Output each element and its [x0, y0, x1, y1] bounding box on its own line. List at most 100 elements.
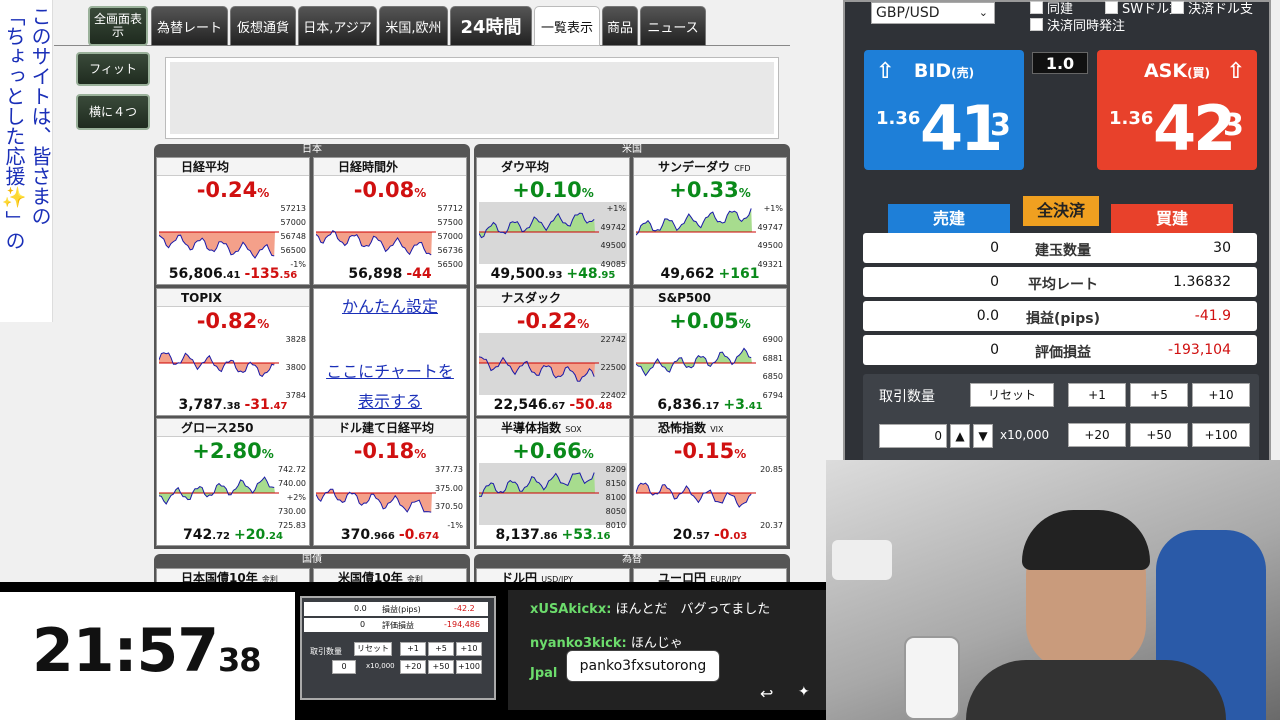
card-price: 56,898 -44 — [348, 266, 432, 282]
mini-pl-row: 0.0 損益(pips) -42.2 — [304, 602, 488, 616]
card-title: サンデーダウ CFD — [634, 158, 786, 176]
y-axis-label: +2% — [286, 493, 306, 502]
ad-box[interactable] — [165, 57, 779, 139]
bid-fraction: 3 — [990, 108, 1011, 143]
y-axis-label: 3828 — [285, 335, 306, 344]
tab-crypto[interactable]: 仮想通貨 — [230, 6, 296, 46]
reset-button[interactable]: リセット — [970, 383, 1054, 407]
plus5-button[interactable]: +5 — [1130, 383, 1188, 407]
plus1-button[interactable]: +1 — [1068, 383, 1126, 407]
y-axis-label: 8050 — [605, 507, 626, 516]
ask-fraction: 3 — [1223, 108, 1244, 143]
clock-hm: 21:57 — [32, 616, 219, 686]
eval-pl-row: 0 評価損益 -193,104 — [863, 335, 1257, 365]
y-axis-label: 49742 — [600, 222, 626, 232]
card-title: 日経時間外 — [314, 158, 466, 176]
username-tooltip: panko3fxsutorong — [566, 650, 720, 682]
mini-plus50-button[interactable]: +50 — [428, 660, 454, 674]
spread-display: 1.0 — [1032, 52, 1088, 74]
pl-pips-row: 0.0 損益(pips) -41.9 — [863, 301, 1257, 331]
tab-list-view[interactable]: 一覧表示 — [534, 6, 600, 46]
tab-24h[interactable]: 24時間 — [450, 6, 532, 46]
mini-plus1-button[interactable]: +1 — [400, 642, 426, 656]
y-axis-label: 56736 — [437, 246, 463, 255]
decrement-icon[interactable]: ▼ — [973, 424, 993, 448]
position-qty-row: 0 建玉数量 30 — [863, 233, 1257, 263]
card-percent: -0.82% — [196, 309, 270, 333]
market-card[interactable]: サンデーダウ CFD +0.33% +1% 49747 49500 49321 49,662… — [633, 157, 787, 285]
y-axis-label: 49747 — [757, 222, 783, 232]
bonds-section-title: 国債 — [302, 554, 322, 565]
plus100-button[interactable]: +100 — [1192, 423, 1250, 447]
y-axis-label: 49500 — [757, 241, 783, 251]
mini-plus5-button[interactable]: +5 — [428, 642, 454, 656]
market-card[interactable]: 日経平均 -0.24% 57213 57000 56748 56500 -1% 56,806.… — [156, 157, 310, 285]
tab-us-europe[interactable]: 米国,欧州 — [379, 6, 448, 46]
y-axis-label: 57000 — [437, 232, 463, 241]
market-card[interactable]: 日経時間外 -0.08% 57712 57500 57000 56736 56500 56,8… — [313, 157, 467, 285]
card-percent: -0.18% — [353, 439, 427, 463]
sell-position-tab[interactable]: 売建 — [888, 204, 1010, 234]
side-banner[interactable]: このサイトは、皆さまの 「ちょっとした応援✨」の — [0, 0, 53, 322]
card-title: グロース250 — [157, 419, 309, 437]
reply-icon[interactable]: ↩ — [760, 684, 773, 703]
mini-plus20-button[interactable]: +20 — [400, 660, 426, 674]
plus10-button[interactable]: +10 — [1192, 383, 1250, 407]
chat-message: Jpal — [530, 666, 558, 681]
quantity-input[interactable]: 0 — [879, 424, 947, 448]
quantity-label: 取引数量 — [879, 389, 935, 405]
fullscreen-button[interactable]: 全画面表示 — [88, 6, 148, 46]
mini-plus10-button[interactable]: +10 — [456, 642, 482, 656]
currency-pair-select[interactable]: GBP/USD ⌄ — [871, 2, 995, 24]
market-card[interactable]: TOPIX -0.82% 3828 3800 3784 3,787.38 -31.47 — [156, 288, 310, 416]
checkbox-simultaneous[interactable]: 決済同時発注 — [1030, 15, 1125, 34]
market-card[interactable]: 恐怖指数 VIX -0.15% 20.85 20.37 20.57 -0.03 — [633, 418, 787, 546]
y-axis-label: 377.73 — [435, 465, 463, 474]
plus20-button[interactable]: +20 — [1068, 423, 1126, 447]
buy-position-tab[interactable]: 買建 — [1111, 204, 1233, 234]
card-percent: -0.08% — [353, 178, 427, 202]
tab-fx-rate[interactable]: 為替レート — [151, 6, 228, 46]
y-axis-label: 22500 — [600, 363, 626, 372]
close-all-button[interactable]: 全決済 — [1023, 196, 1099, 226]
market-card[interactable]: 半導体指数 SOX +0.66% 8209 8150 8100 8050 8010 8,137… — [476, 418, 630, 546]
show-chart-link[interactable]: ここにチャートを表示する — [324, 357, 456, 415]
chevron-down-icon: ⌄ — [978, 6, 988, 19]
tab-news[interactable]: ニュース — [640, 6, 706, 46]
card-price: 8,137.86 +53.16 — [495, 527, 611, 543]
mini-chart — [479, 202, 627, 264]
y-axis-label: 57000 — [280, 218, 306, 227]
y-axis-label: 56748 — [280, 232, 306, 241]
clock-seconds: 38 — [218, 641, 262, 679]
bid-button[interactable]: ⇧ BID(売) 1.36 41 3 — [864, 50, 1024, 170]
checkbox-settle[interactable]: 決済ドル支 — [1171, 0, 1253, 17]
tab-commodities[interactable]: 商品 — [602, 6, 638, 46]
tab-japan-asia[interactable]: 日本,アジア — [298, 6, 377, 46]
market-card[interactable]: グロース250 +2.80% 742.72 740.00 +2% 730.00 725.83… — [156, 418, 310, 546]
y-axis-label: 57213 — [280, 204, 306, 213]
mini-plus100-button[interactable]: +100 — [456, 660, 482, 674]
chat-message: nyanko3kick: ほんじゃ — [530, 636, 683, 651]
mini-qty-input[interactable]: 0 — [332, 660, 356, 674]
card-title: S&P500 — [634, 289, 786, 307]
mini-trade-panel: 0.0 損益(pips) -42.2 0 評価損益 -194,486 取引数量 リセット… — [300, 596, 496, 700]
y-axis-label: 6900 — [762, 335, 783, 344]
mini-reset-button[interactable]: リセット — [354, 642, 392, 656]
pin-icon[interactable]: ✦ — [798, 684, 810, 700]
market-card[interactable]: ナスダック -0.22% 22742 22500 22402 22,546.67 -50.4… — [476, 288, 630, 416]
market-card[interactable]: ドル建て日経平均 -0.18% 377.73 375.00 370.50 -1% 370.9… — [313, 418, 467, 546]
y-axis-label: 6850 — [762, 372, 783, 382]
y-axis-label: 20.85 — [760, 465, 783, 474]
card-price: 22,546.67 -50.48 — [493, 397, 613, 413]
ask-button[interactable]: ⇧ ASK(買) 1.36 42 3 — [1097, 50, 1257, 170]
easy-setup-link[interactable]: かんたん設定 — [314, 293, 466, 317]
market-card[interactable]: S&P500 +0.05% 6900 6881 6850 6794 6,836.17 +3.4… — [633, 288, 787, 416]
market-card[interactable]: ダウ平均 +0.10% +1% 49742 49500 49085 49,500.93 +48… — [476, 157, 630, 285]
card-price: 49,662 +161 — [660, 266, 760, 282]
plus50-button[interactable]: +50 — [1130, 423, 1188, 447]
y-axis-label: 3800 — [285, 363, 306, 372]
setup-card: かんたん設定 ここにチャートを表示する — [313, 288, 467, 416]
increment-icon[interactable]: ▲ — [950, 424, 970, 448]
fit-button[interactable]: フィット — [76, 52, 150, 86]
four-across-button[interactable]: 横に４つ — [76, 94, 150, 130]
